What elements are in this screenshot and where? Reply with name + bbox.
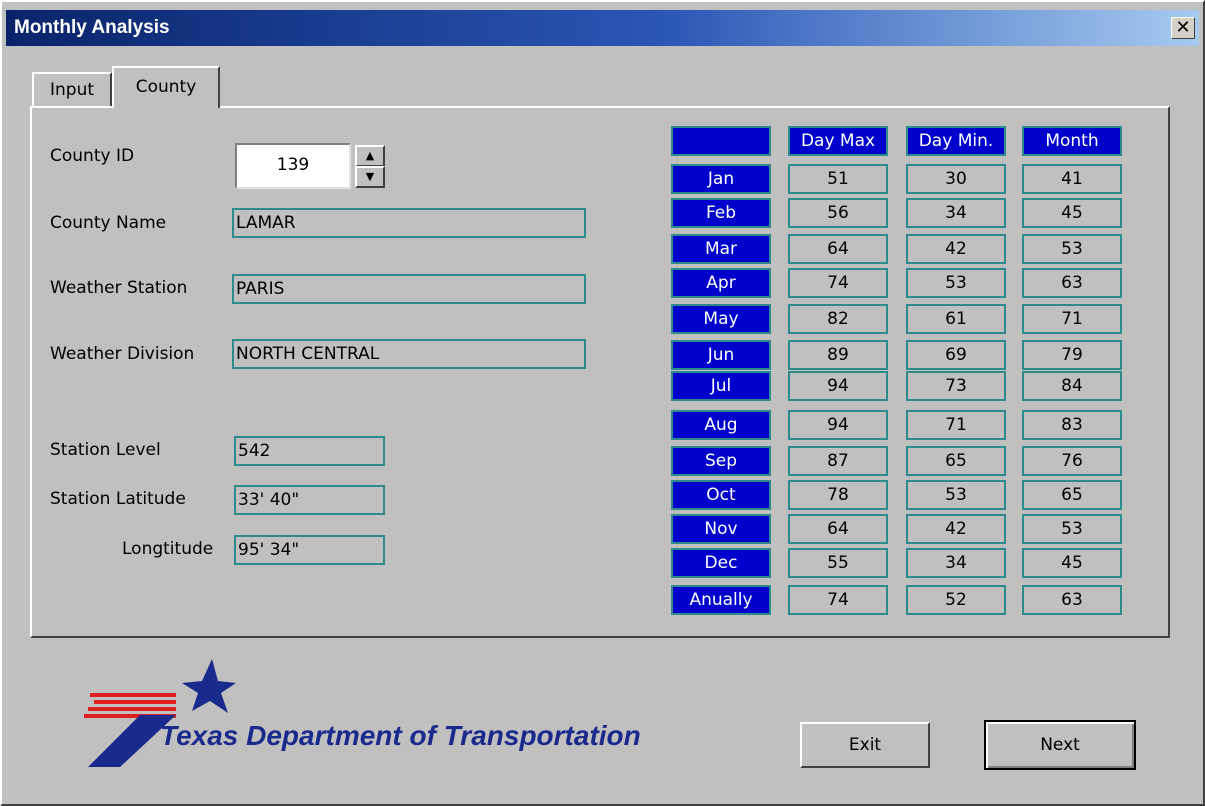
cell-day-min: 53 bbox=[906, 268, 1006, 298]
table-header-blank bbox=[671, 126, 771, 156]
month-label: Aug bbox=[671, 410, 771, 440]
cell-month-avg: 84 bbox=[1022, 371, 1122, 401]
tab-county[interactable]: County bbox=[112, 66, 220, 108]
weather-station-field: PARIS bbox=[232, 274, 586, 304]
month-label: Jun bbox=[671, 340, 771, 370]
cell-month-avg: 71 bbox=[1022, 304, 1122, 334]
month-label: Apr bbox=[671, 268, 771, 298]
longitude-field: 95' 34" bbox=[234, 535, 385, 565]
cell-month-avg: 83 bbox=[1022, 410, 1122, 440]
tab-input[interactable]: Input bbox=[32, 72, 112, 108]
cell-day-max: 55 bbox=[788, 548, 888, 578]
cell-day-min: 65 bbox=[906, 446, 1006, 476]
cell-day-min: 71 bbox=[906, 410, 1006, 440]
weather-division-label: Weather Division bbox=[50, 344, 195, 364]
spin-down-button[interactable]: ▼ bbox=[355, 166, 385, 188]
weather-station-label: Weather Station bbox=[50, 278, 188, 298]
station-latitude-field: 33' 40" bbox=[234, 485, 385, 515]
cell-month-avg: 65 bbox=[1022, 480, 1122, 510]
station-latitude-label: Station Latitude bbox=[50, 489, 186, 509]
cell-day-max: 94 bbox=[788, 371, 888, 401]
cell-day-max: 78 bbox=[788, 480, 888, 510]
cell-day-max: 82 bbox=[788, 304, 888, 334]
cell-month-avg: 41 bbox=[1022, 164, 1122, 194]
cell-day-max: 51 bbox=[788, 164, 888, 194]
txdot-star-logo-icon bbox=[80, 655, 240, 772]
county-id-label: County ID bbox=[50, 146, 135, 166]
cell-day-min: 53 bbox=[906, 480, 1006, 510]
cell-day-max: 87 bbox=[788, 446, 888, 476]
month-label: Sep bbox=[671, 446, 771, 476]
cell-month-avg: 79 bbox=[1022, 340, 1122, 370]
station-level-label: Station Level bbox=[50, 440, 161, 460]
next-button[interactable]: Next bbox=[984, 720, 1136, 770]
county-id-input[interactable]: 139 bbox=[235, 143, 351, 189]
month-label: May bbox=[671, 304, 771, 334]
month-label: Jul bbox=[671, 371, 771, 401]
spin-up-button[interactable]: ▲ bbox=[355, 145, 385, 167]
cell-day-min: 30 bbox=[906, 164, 1006, 194]
month-label: Feb bbox=[671, 198, 771, 228]
cell-day-min: 61 bbox=[906, 304, 1006, 334]
county-name-label: County Name bbox=[50, 213, 167, 233]
cell-month-avg: 63 bbox=[1022, 268, 1122, 298]
cell-day-min: 42 bbox=[906, 514, 1006, 544]
cell-day-max: 56 bbox=[788, 198, 888, 228]
window-title: Monthly Analysis bbox=[14, 17, 170, 38]
longitude-label: Longtitude bbox=[122, 539, 214, 559]
cell-day-min: 73 bbox=[906, 371, 1006, 401]
month-label: Mar bbox=[671, 234, 771, 264]
cell-month-avg: 45 bbox=[1022, 198, 1122, 228]
txdot-logo-text: Texas Department of Transportation bbox=[160, 720, 641, 751]
month-label: Oct bbox=[671, 480, 771, 510]
table-header-day-max: Day Max bbox=[788, 126, 888, 156]
cell-day-max: 74 bbox=[788, 268, 888, 298]
cell-day-max: 89 bbox=[788, 340, 888, 370]
close-button[interactable]: ✕ bbox=[1171, 17, 1195, 39]
month-label: Anually bbox=[671, 585, 771, 615]
cell-day-max: 64 bbox=[788, 234, 888, 264]
close-icon: ✕ bbox=[1175, 17, 1191, 38]
month-label: Nov bbox=[671, 514, 771, 544]
cell-day-min: 52 bbox=[906, 585, 1006, 615]
month-label: Jan bbox=[671, 164, 771, 194]
cell-month-avg: 76 bbox=[1022, 446, 1122, 476]
county-name-field: LAMAR bbox=[232, 208, 586, 238]
month-label: Dec bbox=[671, 548, 771, 578]
weather-division-field: NORTH CENTRAL bbox=[232, 339, 586, 369]
cell-day-max: 74 bbox=[788, 585, 888, 615]
arrow-down-icon: ▼ bbox=[365, 170, 375, 183]
cell-day-max: 64 bbox=[788, 514, 888, 544]
cell-month-avg: 53 bbox=[1022, 514, 1122, 544]
cell-day-min: 34 bbox=[906, 548, 1006, 578]
table-header-month: Month bbox=[1022, 126, 1122, 156]
cell-month-avg: 63 bbox=[1022, 585, 1122, 615]
cell-day-min: 34 bbox=[906, 198, 1006, 228]
table-header-day-min: Day Min. bbox=[906, 126, 1006, 156]
cell-day-min: 42 bbox=[906, 234, 1006, 264]
station-level-field: 542 bbox=[234, 436, 385, 466]
exit-button[interactable]: Exit bbox=[800, 722, 930, 768]
arrow-up-icon: ▲ bbox=[365, 149, 375, 162]
cell-month-avg: 45 bbox=[1022, 548, 1122, 578]
title-bar[interactable]: Monthly Analysis ✕ bbox=[6, 10, 1199, 46]
cell-month-avg: 53 bbox=[1022, 234, 1122, 264]
cell-day-max: 94 bbox=[788, 410, 888, 440]
cell-day-min: 69 bbox=[906, 340, 1006, 370]
